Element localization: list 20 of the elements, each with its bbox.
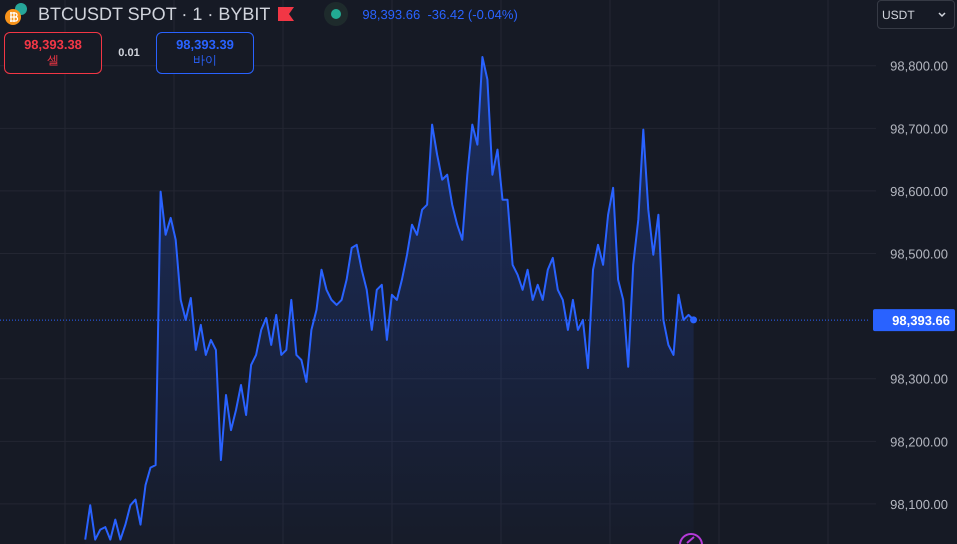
status-dot-icon (324, 2, 348, 26)
spread-value: 0.01 (117, 47, 141, 59)
bitcoin-icon (4, 2, 30, 26)
axis-label: 98,500.00 (890, 246, 948, 262)
axis-label: 98,600.00 (890, 184, 948, 199)
quote-text: 98,393.66 -36.42 (-0.04%) (362, 6, 518, 22)
buy-button[interactable]: 98,393.39 바이 (156, 32, 254, 74)
axis-label: 98,700.00 (890, 121, 948, 136)
chevron-down-icon (938, 12, 946, 18)
axis-label: 98,200.00 (890, 434, 948, 450)
sell-button[interactable]: 98,393.38 셀 (4, 32, 102, 74)
last-price-dot (690, 316, 698, 324)
clock-marker-icon[interactable] (679, 533, 703, 544)
axis-label: 98,800.00 (890, 58, 948, 74)
axis-label: 98,300.00 (890, 372, 948, 387)
axis-label: 98,100.00 (890, 496, 948, 512)
currency-dropdown[interactable]: USDT (877, 0, 955, 29)
last-price-label: 98,393.66 (892, 313, 950, 328)
flag-icon[interactable] (278, 7, 294, 21)
symbol-title: BTCUSDT SPOT · 1 · BYBIT (38, 4, 270, 24)
